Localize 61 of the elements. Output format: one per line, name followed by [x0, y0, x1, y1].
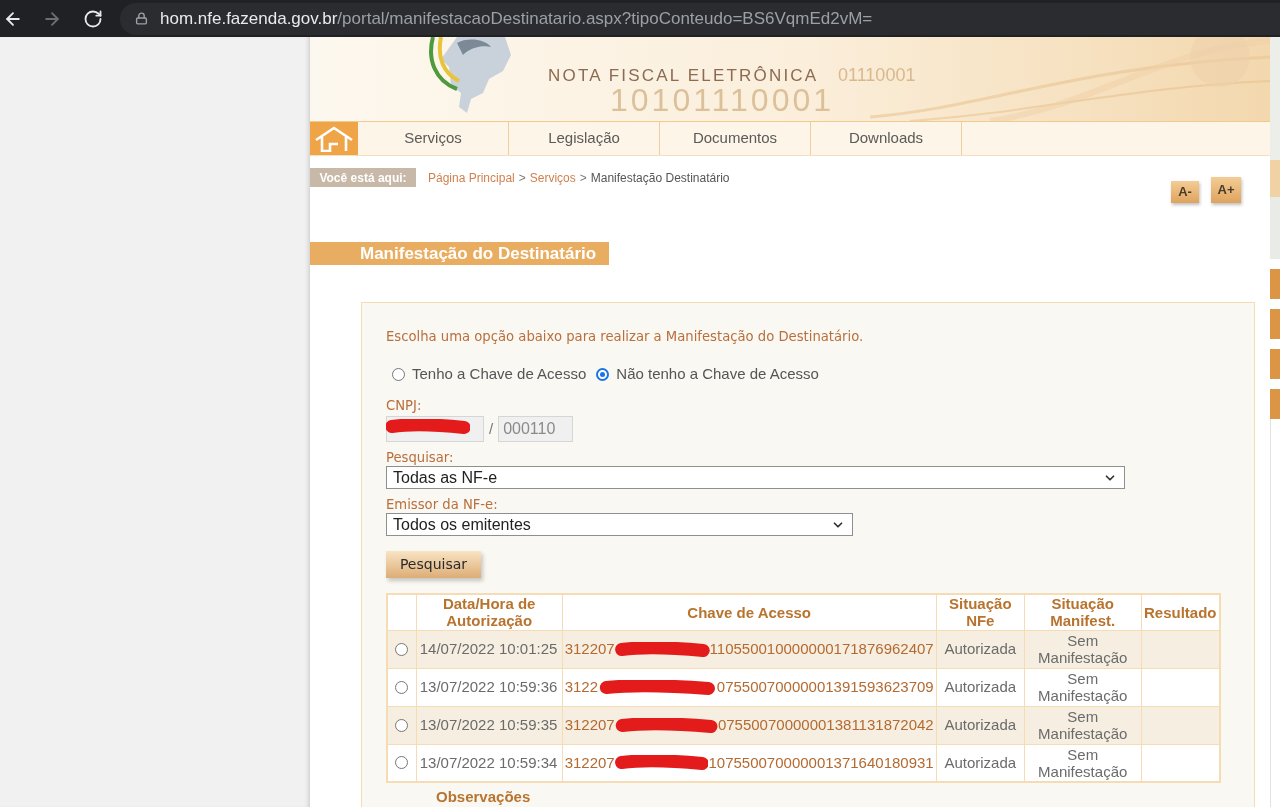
access-key-end: 107550070000001371640180931 [708, 752, 934, 773]
table-cell: Sem Manifestação [1024, 668, 1141, 706]
table-cell: Sem Manifestação [1024, 706, 1141, 744]
address-bar[interactable]: hom.nfe.fazenda.gov.br/portal/manifestacaoDestinatario.aspx?tipoConteudo=BS6VqmEd2vM= [120, 2, 1280, 35]
home-icon [314, 125, 354, 152]
row-radio[interactable] [395, 680, 409, 694]
table-cell: Sem Manifestação [1024, 630, 1141, 668]
issuer-select[interactable]: Todos os emitentes [386, 513, 853, 536]
lock-icon [135, 12, 148, 25]
page-title: Manifestação do Destinatário [310, 242, 609, 265]
table-cell: 13/07/2022 10:59:36 [416, 668, 563, 706]
column-header: Data/Hora de Autorização [416, 594, 563, 630]
reload-icon [83, 8, 103, 29]
search-type-select[interactable]: Todas as NF-e [386, 466, 1125, 489]
access-key-end: 07550070000001391593623709 [716, 676, 934, 697]
column-header: Situação Manifest. [1024, 594, 1141, 630]
select-value: Todos os emitentes [393, 514, 531, 535]
home-button[interactable] [310, 122, 358, 155]
table-cell: 13/07/2022 10:59:35 [416, 706, 563, 744]
nav-link[interactable]: Documentos [660, 122, 811, 155]
decrease-font-button[interactable]: A- [1171, 181, 1199, 203]
radio-button[interactable] [596, 367, 610, 381]
access-key-start: 312207 [564, 638, 615, 659]
field-label: Pesquisar: [386, 450, 455, 466]
binary-digits-text: 10101110001 [610, 83, 834, 117]
intro-text: Escolha uma opção abaixo para realizar a Manifestação do Destinatário. [386, 329, 865, 345]
binary-digits-text: 01110001 [838, 65, 916, 85]
nav-link[interactable]: Legislação [509, 122, 660, 155]
field-label: Emissor da NF-e: [386, 497, 499, 513]
select-value: Todas as NF-e [393, 467, 498, 488]
search-button[interactable]: Pesquisar [386, 551, 481, 578]
breadcrumb-current: Manifestação Destinatário [590, 169, 730, 187]
radio-label[interactable]: Não tenho a Chave de Acesso [616, 362, 819, 386]
table-cell: Autorizada [936, 630, 1025, 668]
access-key-start: 312207 [564, 752, 615, 773]
access-key-end: 110550010000000171876962407 [709, 638, 934, 659]
breadcrumb-label: Você está aqui: [310, 168, 416, 187]
nav-link[interactable]: Serviços [358, 122, 509, 155]
table-cell: 14/07/2022 10:01:25 [416, 630, 563, 668]
breadcrumb-separator: > [579, 169, 587, 187]
column-header: Situação NFe [936, 594, 1025, 630]
url-text: hom.nfe.fazenda.gov.br/portal/manifestacaoDestinatario.aspx?tipoConteudo=BS6VqmEd2vM= [160, 7, 873, 30]
access-key-end: 07550070000001381131872042 [717, 714, 934, 735]
access-key-start: 3122 [564, 676, 598, 697]
banner-title: NOTA FISCAL ELETRÔNICA [548, 66, 819, 85]
field-label: CNPJ: [386, 398, 423, 414]
column-header: Chave de Acesso [562, 594, 937, 630]
radio-button[interactable] [392, 367, 405, 381]
row-radio[interactable] [395, 718, 409, 732]
increase-font-button[interactable]: A+ [1211, 177, 1241, 203]
radio-label[interactable]: Tenho a Chave de Acesso [412, 362, 587, 386]
row-radio[interactable] [395, 756, 409, 770]
table-cell: Autorizada [936, 706, 1025, 744]
table-cell: Autorizada [936, 668, 1025, 706]
row-radio[interactable] [395, 642, 409, 656]
section-heading: Observações [436, 788, 532, 805]
access-key-start: 312207 [564, 714, 615, 735]
nav-link[interactable]: Downloads [811, 122, 962, 155]
cnpj-separator: / [489, 418, 494, 439]
breadcrumb-separator: > [518, 169, 526, 187]
logo-icon [427, 37, 513, 113]
